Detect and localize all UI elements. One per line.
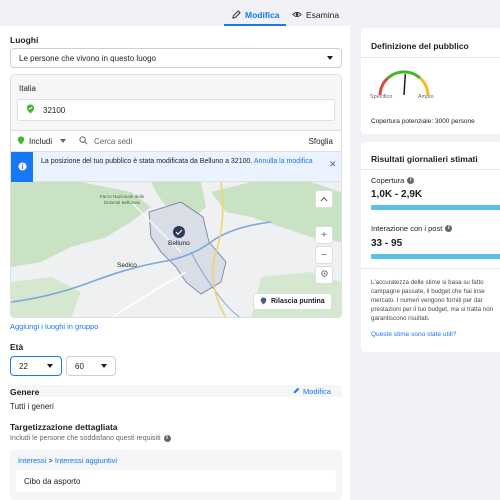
chevron-down-icon bbox=[47, 364, 53, 368]
age-max-value: 60 bbox=[75, 361, 84, 371]
divider bbox=[361, 169, 500, 170]
gauge-left-label: Specifico bbox=[370, 94, 393, 100]
location-pin-icon bbox=[26, 104, 35, 116]
detailed-targeting-title: Targetizzazione dettagliata bbox=[10, 422, 118, 432]
include-dropdown[interactable]: Includi bbox=[11, 136, 73, 147]
engagement-label: Interazione con i post bbox=[371, 224, 443, 233]
potential-reach: Copertura potenziale: 3000 persone bbox=[371, 118, 475, 125]
age-min-value: 22 bbox=[19, 361, 28, 371]
reach-row: Copertura i bbox=[371, 176, 415, 185]
tab-edit[interactable]: Modifica bbox=[232, 5, 279, 25]
map-label-park: Parco Nazionale delle Dolomiti Bellunesi bbox=[99, 194, 145, 205]
daily-results-title: Risultati giornalieri stimati bbox=[371, 154, 478, 164]
audience-definition-title: Definizione del pubblico bbox=[371, 41, 469, 51]
locate-icon bbox=[320, 269, 329, 281]
search-icon bbox=[79, 135, 88, 147]
drop-pin-label: Rilascia puntina bbox=[271, 298, 325, 305]
age-max-select[interactable]: 60 bbox=[66, 356, 116, 376]
estimates-feedback-link[interactable]: Queste stime sono state utili? bbox=[371, 331, 456, 338]
search-placeholder: Cerca sedi bbox=[94, 136, 133, 146]
engagement-value: 33 - 95 bbox=[371, 238, 403, 249]
detailed-targeting-subtitle-text: Includi le persone che soddisfano questi… bbox=[10, 435, 161, 442]
age-min-select[interactable]: 22 bbox=[10, 356, 62, 376]
map-label-city: Belluno bbox=[168, 240, 190, 247]
include-label: Includi bbox=[29, 136, 53, 146]
audience-definition-card: Definizione del pubblico Specifico Ampio… bbox=[361, 28, 500, 134]
breadcrumb-root[interactable]: Interessi bbox=[18, 456, 46, 465]
location-search-input[interactable]: Cerca sedi bbox=[73, 135, 309, 147]
plus-icon: + bbox=[321, 229, 327, 241]
info-banner-stripe bbox=[11, 152, 33, 182]
engagement-row: Interazione con i post i bbox=[371, 224, 453, 233]
gauge-right-label: Ampio bbox=[418, 94, 434, 100]
country-label: Italia bbox=[19, 84, 36, 93]
chevron-down-icon bbox=[101, 364, 107, 368]
divider bbox=[361, 57, 500, 58]
postal-code-value: 32100 bbox=[43, 105, 66, 115]
targeting-item-label: Cibo da asporto bbox=[24, 476, 81, 486]
minus-icon: − bbox=[321, 249, 327, 261]
gender-value: Tutti i generi bbox=[10, 402, 54, 411]
reach-bar bbox=[371, 205, 500, 210]
engagement-bar bbox=[371, 254, 500, 259]
chevron-up-icon bbox=[320, 194, 328, 205]
location-mode-select[interactable]: Le persone che vivono in questo luogo bbox=[10, 48, 342, 68]
info-banner-text: La posizione del tuo pubblico è stata mo… bbox=[41, 157, 321, 167]
tab-edit-label: Modifica bbox=[245, 10, 280, 20]
location-chip[interactable]: 32100 bbox=[17, 99, 335, 121]
breadcrumb-child[interactable]: Interessi aggiuntivi bbox=[55, 456, 117, 465]
eye-icon bbox=[292, 10, 302, 21]
chevron-down-icon bbox=[327, 56, 333, 60]
location-mode-value: Le persone che vivono in questo luogo bbox=[19, 53, 156, 63]
gender-header bbox=[8, 385, 342, 397]
info-icon[interactable]: i bbox=[163, 435, 171, 442]
add-locations-in-bulk-link[interactable]: Aggiungi i luoghi in gruppo bbox=[10, 322, 98, 331]
daily-results-card: Risultati giornalieri stimati Copertura … bbox=[361, 142, 500, 352]
info-message: La posizione del tuo pubblico è stata mo… bbox=[41, 158, 253, 165]
close-icon[interactable]: ✕ bbox=[329, 159, 337, 170]
location-box: Italia 32100 Includi Cerca sedi Sfoglia … bbox=[10, 74, 342, 318]
reach-value: 1,0K - 2,9K bbox=[371, 189, 423, 200]
map[interactable]: Parco Nazionale delle Dolomiti Bellunesi… bbox=[11, 182, 341, 317]
drop-pin-button[interactable]: Rilascia puntina bbox=[253, 293, 332, 310]
tab-review[interactable]: Esamina bbox=[292, 5, 339, 25]
info-icon bbox=[17, 161, 27, 173]
location-search-row: Includi Cerca sedi Sfoglia bbox=[11, 130, 341, 152]
audience-editor-panel: Luoghi Le persone che vivono in questo l… bbox=[0, 26, 350, 500]
pencil-icon bbox=[293, 387, 300, 396]
location-box-header: Italia 32100 bbox=[11, 75, 341, 130]
chevron-down-icon bbox=[60, 139, 67, 143]
breadcrumb-separator: > bbox=[46, 456, 55, 465]
recenter-button[interactable] bbox=[315, 266, 333, 284]
tab-review-label: Esamina bbox=[306, 10, 340, 20]
targeting-box: Interessi > Interessi aggiuntivi Cibo da… bbox=[10, 450, 342, 500]
map-collapse-button[interactable] bbox=[315, 190, 333, 208]
targeting-breadcrumb[interactable]: Interessi > Interessi aggiuntivi bbox=[18, 456, 117, 465]
map-label-town: Sedico bbox=[117, 262, 137, 269]
age-title: Età bbox=[10, 342, 24, 352]
location-pin-icon bbox=[260, 297, 267, 307]
gender-title: Genere bbox=[10, 387, 40, 397]
location-pin-icon bbox=[17, 136, 25, 147]
gender-edit-button[interactable]: Modifica bbox=[293, 387, 331, 396]
estimate-disclaimer: L'accuratezza delle stime si basa su fat… bbox=[371, 279, 494, 322]
undo-change-link[interactable]: Annulla la modifica bbox=[254, 158, 313, 165]
reach-label: Copertura bbox=[371, 176, 405, 185]
gender-edit-label: Modifica bbox=[303, 387, 331, 396]
info-banner: La posizione del tuo pubblico è stata mo… bbox=[11, 152, 341, 182]
info-icon[interactable]: i bbox=[407, 177, 415, 184]
info-icon[interactable]: i bbox=[445, 225, 453, 232]
zoom-in-button[interactable]: + bbox=[315, 226, 333, 244]
top-tab-bar: Modifica Esamina bbox=[0, 0, 500, 26]
pencil-icon bbox=[232, 9, 241, 21]
browse-button[interactable]: Sfoglia bbox=[309, 137, 341, 146]
divider bbox=[361, 268, 500, 269]
targeting-item[interactable]: Cibo da asporto bbox=[16, 470, 336, 492]
locations-title: Luoghi bbox=[10, 35, 39, 45]
detailed-targeting-subtitle: Includi le persone che soddisfano questi… bbox=[10, 435, 171, 442]
zoom-out-button[interactable]: − bbox=[315, 246, 333, 264]
